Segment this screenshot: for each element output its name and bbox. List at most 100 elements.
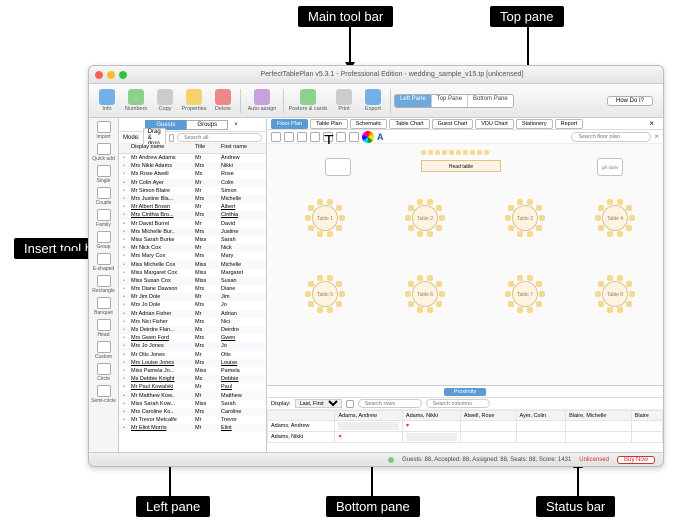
round-table[interactable]: Table 8	[593, 272, 637, 316]
floorplan-search-input[interactable]	[571, 132, 651, 142]
guest-list-header[interactable]: Display name Title First name	[119, 144, 266, 154]
guest-row[interactable]: •Mr Jim DoleMrJim	[119, 293, 266, 301]
round-table[interactable]: Table 4	[593, 196, 637, 240]
guest-row[interactable]: •Miss Michelle CoxMissMichelle	[119, 260, 266, 268]
tb-properties[interactable]: Properties	[180, 89, 208, 112]
insert-group[interactable]: Group	[91, 230, 117, 251]
buy-now-button[interactable]: Buy Now	[617, 456, 655, 464]
guest-row[interactable]: •Mr Adrian FisherMrAdrian	[119, 310, 266, 318]
seg-bottom-pane[interactable]: Bottom Pane	[468, 95, 513, 107]
cake-shape[interactable]	[325, 158, 351, 176]
round-table[interactable]: Table 2	[403, 196, 447, 240]
anthropic-a-icon[interactable]: A	[377, 132, 387, 142]
guest-row[interactable]: •Mrs Justine Bla...MrsMichelle	[119, 195, 266, 203]
tab-proximity[interactable]: Proximity	[444, 388, 487, 396]
prox-tool-icon[interactable]	[346, 400, 354, 408]
tb-export[interactable]: Export	[359, 89, 387, 112]
guest-row[interactable]: •Mr David BurrelMrDavid	[119, 220, 266, 228]
tab-vdu-chart[interactable]: VDU Chart	[475, 119, 514, 129]
top-tabs-close-icon[interactable]: ×	[644, 118, 659, 129]
guest-row[interactable]: •Mrs Mary CoxMrsMary	[119, 252, 266, 260]
insert-single[interactable]: Single	[91, 164, 117, 185]
guest-search-input[interactable]	[177, 133, 262, 142]
guest-row[interactable]: •Mrs Nici FisherMrsNici	[119, 318, 266, 326]
tb-copy[interactable]: Copy	[151, 89, 179, 112]
zoom-fit-icon[interactable]	[297, 132, 307, 142]
pane-toggle-segment[interactable]: Left Pane Top Pane Bottom Pane	[394, 94, 514, 108]
tab-table-plan[interactable]: Table Plan	[310, 119, 348, 129]
guest-row[interactable]: •Mr Paul KowalskiMrPaul	[119, 383, 266, 391]
seg-left-pane[interactable]: Left Pane	[395, 95, 432, 107]
guest-row[interactable]: •Miss Sarah BurkeMissSarah	[119, 236, 266, 244]
prox-search-cols[interactable]	[426, 399, 490, 408]
guest-row[interactable]: •Mr Matthew Kow..MrMatthew	[119, 391, 266, 399]
guest-row[interactable]: •Mrs Caroline Ko..MrsCaroline	[119, 408, 266, 416]
insert-head[interactable]: Head	[91, 318, 117, 339]
top-pane-close-icon[interactable]: ×	[654, 132, 659, 141]
guest-list[interactable]: •Mr Andrew AdamsMrAndrew•Mrs Nikki Adams…	[119, 154, 266, 452]
gift-table-shape[interactable]: gift table	[597, 158, 623, 176]
insert-rectangle[interactable]: Rectangle	[91, 274, 117, 295]
tb-delete[interactable]: Delete	[209, 89, 237, 112]
guest-row[interactable]: •Mrs Jo DoleMrsJo	[119, 301, 266, 309]
guest-row[interactable]: •Miss Sarah Kow...MissSarah	[119, 400, 266, 408]
round-table[interactable]: Table 3	[503, 196, 547, 240]
guest-row[interactable]: •Ms Rose AtwellMsRose	[119, 170, 266, 178]
prox-search-rows[interactable]	[358, 399, 422, 408]
insert-family[interactable]: Family	[91, 208, 117, 229]
round-table[interactable]: Table 5	[303, 272, 347, 316]
round-table[interactable]: Table 7	[503, 272, 547, 316]
tb-numbers[interactable]: Numbers	[122, 89, 150, 112]
guest-row[interactable]: •Mrs Diane DawsonMrsDiane	[119, 285, 266, 293]
tb-autoassign[interactable]: Auto assign	[244, 89, 280, 112]
guest-row[interactable]: •Miss Susan CoxMissSusan	[119, 277, 266, 285]
round-table[interactable]: Table 1	[303, 196, 347, 240]
floor-plan-canvas[interactable]: Head table gift table Table 1Table 2Tabl…	[267, 144, 663, 385]
traffic-lights[interactable]	[95, 71, 127, 79]
guest-row[interactable]: •Mr Colin AyerMrColin	[119, 179, 266, 187]
insert-circle[interactable]: Circle	[91, 362, 117, 383]
rotate-icon[interactable]	[349, 132, 359, 142]
proximity-grid[interactable]: Adams, AndrewAdams, NikkiAtwell, RoseAye…	[267, 410, 663, 452]
grid-icon[interactable]	[310, 132, 320, 142]
guest-row[interactable]: •Mrs Michelle Bur..MrsJustine	[119, 228, 266, 236]
tab-table-chart[interactable]: Table Chart	[389, 119, 429, 129]
tab-floor-plan[interactable]: Floor Plan	[271, 119, 308, 129]
guest-row[interactable]: •Ms Deirdre Flan...MsDeirdre	[119, 326, 266, 334]
howdoi-button[interactable]: How Do I?	[607, 96, 653, 106]
seg-top-pane[interactable]: Top Pane	[432, 95, 468, 107]
tb-print[interactable]: Print	[330, 89, 358, 112]
guest-row[interactable]: •Miss Margaret CoxMissMargaret	[119, 269, 266, 277]
zoom-in-icon[interactable]	[284, 132, 294, 142]
tab-guest-chart[interactable]: Guest Chart	[432, 119, 474, 129]
insert-e-shaped[interactable]: E-shaped	[91, 252, 117, 273]
round-table[interactable]: Table 6	[403, 272, 447, 316]
insert-banquet[interactable]: Banquet	[91, 296, 117, 317]
guest-row[interactable]: •Mr Nick CoxMrNick	[119, 244, 266, 252]
tab-stationery[interactable]: Stationery	[516, 119, 553, 129]
mode-btn-icon[interactable]	[169, 134, 174, 142]
guest-row[interactable]: •Miss Pamela Jo...MissPamela	[119, 367, 266, 375]
insert-couple[interactable]: Couple	[91, 186, 117, 207]
text-tool-icon[interactable]: T	[323, 132, 333, 142]
insert-custom[interactable]: Custom	[91, 340, 117, 361]
tb-posters[interactable]: Posters & cards	[287, 89, 329, 112]
shape-tool-icon[interactable]	[336, 132, 346, 142]
guest-row[interactable]: •Mr Albert BrownMrAlbert	[119, 203, 266, 211]
guest-row[interactable]: •Mrs Cinthia Bro...MrsCinthia	[119, 211, 266, 219]
minimize-icon[interactable]	[107, 71, 115, 79]
guest-row[interactable]: •Mrs Nikki AdamsMrsNikki	[119, 162, 266, 170]
colorwheel-icon[interactable]	[362, 131, 374, 143]
tab-report[interactable]: Report	[555, 119, 584, 129]
close-icon[interactable]	[95, 71, 103, 79]
guest-row[interactable]: •Mr Trevor MetcalfeMrTrevor	[119, 416, 266, 424]
tab-groups[interactable]: Groups	[186, 120, 228, 130]
insert-import[interactable]: Import	[91, 120, 117, 141]
insert-quick-add[interactable]: Quick add	[91, 142, 117, 163]
guest-row[interactable]: •Mr Andrew AdamsMrAndrew	[119, 154, 266, 162]
guest-row[interactable]: •Mr Simon BlaireMrSimon	[119, 187, 266, 195]
zoom-out-icon[interactable]	[271, 132, 281, 142]
guest-row[interactable]: •Mrs Jo JonesMrsJo	[119, 342, 266, 350]
guest-row[interactable]: •Mrs Louise JonesMrsLouise	[119, 359, 266, 367]
guest-row[interactable]: •Mrs Gwen FordMrsGwen	[119, 334, 266, 342]
